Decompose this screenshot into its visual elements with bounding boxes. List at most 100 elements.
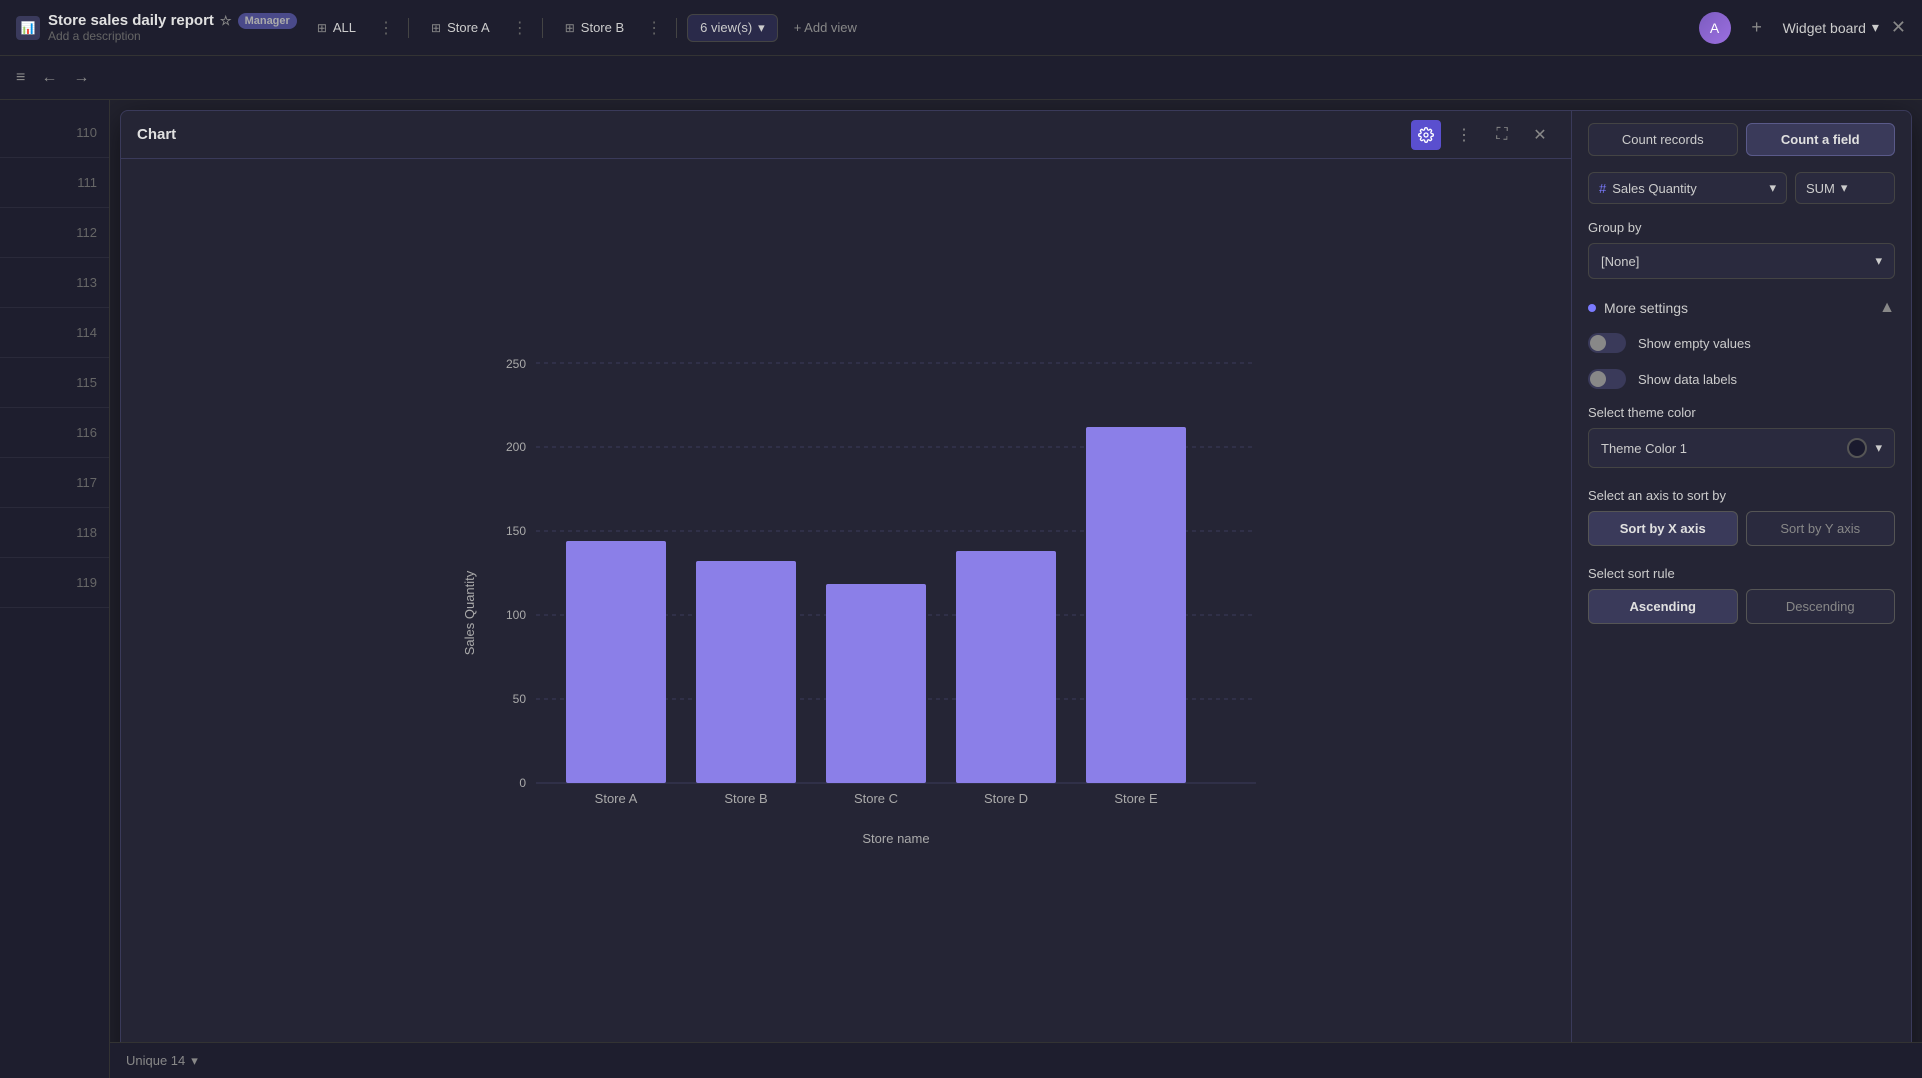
svg-text:Store D: Store D [984, 791, 1028, 806]
tab-store-a-label: Store A [447, 20, 490, 35]
chart-close-button[interactable]: ✕ [1525, 120, 1555, 150]
views-button[interactable]: 6 view(s) ▾ [687, 14, 778, 42]
theme-value: Theme Color 1 [1601, 441, 1687, 456]
svg-text:150: 150 [506, 524, 526, 538]
group-by-dropdown[interactable]: [None] ▾ [1588, 243, 1895, 279]
tab-store-b-icon: ⊞ [565, 21, 575, 35]
theme-chevron: ▾ [1875, 440, 1882, 456]
svg-text:Store B: Store B [724, 791, 767, 806]
more-settings-chevron: ▲ [1879, 299, 1895, 317]
menu-button[interactable]: ≡ [12, 65, 29, 91]
widget-board-button[interactable]: Widget board ▾ [1783, 19, 1879, 36]
bar-store-b[interactable] [696, 561, 796, 783]
chart-modal: Chart ⋮ ⛶ ✕ Sa [120, 110, 1912, 1068]
plus-button[interactable]: + [1743, 14, 1771, 42]
user-initials: A [1710, 20, 1719, 36]
show-labels-row: Show data labels [1572, 361, 1911, 397]
add-view-button[interactable]: + Add view [784, 15, 867, 40]
more-settings-dot [1588, 304, 1596, 312]
bar-store-c[interactable] [826, 584, 926, 783]
tab-store-a[interactable]: ⊞ Store A [419, 15, 502, 40]
content-area: Chart ⋮ ⛶ ✕ Sa [110, 100, 1922, 1078]
field-hash: # [1599, 181, 1606, 196]
tab-store-a-dots[interactable]: ⋮ [508, 18, 532, 38]
theme-row: Theme Color 1 [1601, 441, 1687, 456]
close-top-button[interactable]: ✕ [1891, 17, 1906, 38]
show-labels-toggle[interactable] [1588, 369, 1626, 389]
row-117: 117 [0, 458, 109, 508]
svg-text:Store C: Store C [854, 791, 898, 806]
svg-text:Store name: Store name [862, 831, 929, 846]
svg-text:50: 50 [513, 692, 527, 706]
bar-store-d[interactable] [956, 551, 1056, 783]
chart-expand-button[interactable]: ⛶ [1487, 120, 1517, 150]
tab-all[interactable]: ⊞ ALL [305, 15, 368, 40]
svg-text:Store E: Store E [1114, 791, 1158, 806]
sort-y-axis-button[interactable]: Sort by Y axis [1746, 511, 1896, 546]
chart-settings-button[interactable] [1411, 120, 1441, 150]
axis-sort-label: Select an axis to sort by [1572, 480, 1911, 507]
app-icon: 📊 [16, 16, 40, 40]
views-chevron: ▾ [758, 20, 765, 36]
title-area: Store sales daily report ☆ Manager Add a… [48, 12, 297, 43]
tab-divider-3 [676, 18, 677, 38]
add-view-label: + Add view [794, 20, 857, 35]
chart-header-actions: ⋮ ⛶ ✕ [1411, 120, 1555, 150]
theme-right: ▾ [1847, 438, 1882, 458]
row-119: 119 [0, 558, 109, 608]
manager-badge: Manager [238, 13, 297, 29]
tab-divider-2 [542, 18, 543, 38]
chart-header: Chart ⋮ ⛶ ✕ [121, 111, 1571, 159]
agg-selector[interactable]: SUM ▾ [1795, 172, 1895, 204]
row-110: 110 [0, 108, 109, 158]
count-row: Count records Count a field [1572, 111, 1911, 164]
theme-section-label: Select theme color [1572, 397, 1911, 424]
group-by-chevron: ▾ [1875, 253, 1882, 269]
tab-all-dots[interactable]: ⋮ [374, 18, 398, 38]
row-114: 114 [0, 308, 109, 358]
back-button[interactable]: ← [37, 65, 61, 91]
sort-x-axis-button[interactable]: Sort by X axis [1588, 511, 1738, 546]
descending-label: Descending [1786, 599, 1855, 614]
top-bar: 📊 Store sales daily report ☆ Manager Add… [0, 0, 1922, 56]
unique-chevron: ▾ [191, 1053, 198, 1069]
field-selector[interactable]: # Sales Quantity ▾ [1588, 172, 1787, 204]
theme-dropdown[interactable]: Theme Color 1 ▾ [1588, 428, 1895, 468]
more-settings-text: More settings [1604, 300, 1688, 316]
descending-button[interactable]: Descending [1746, 589, 1896, 624]
main-area: 110 111 112 113 114 115 116 117 118 119 … [0, 100, 1922, 1078]
chart-more-button[interactable]: ⋮ [1449, 120, 1479, 150]
tab-store-b-dots[interactable]: ⋮ [642, 18, 666, 38]
add-description[interactable]: Add a description [48, 29, 297, 43]
sub-bar: ≡ ← → [0, 56, 1922, 100]
top-bar-tabs: ⊞ ALL ⋮ ⊞ Store A ⋮ ⊞ Store B ⋮ 6 view(s… [305, 14, 867, 42]
sort-x-label: Sort by X axis [1620, 521, 1706, 536]
bar-store-e[interactable] [1086, 427, 1186, 783]
ascending-button[interactable]: Ascending [1588, 589, 1738, 624]
chart-container: Chart ⋮ ⛶ ✕ Sa [121, 111, 1571, 1067]
tab-store-b[interactable]: ⊞ Store B [553, 15, 636, 40]
show-empty-toggle[interactable] [1588, 333, 1626, 353]
sort-rule-buttons: Ascending Descending [1588, 589, 1895, 624]
unique-badge[interactable]: Unique 14 ▾ [126, 1053, 198, 1069]
tab-divider-1 [408, 18, 409, 38]
row-115: 115 [0, 358, 109, 408]
more-settings-label: More settings [1588, 300, 1688, 316]
unique-label: Unique 14 [126, 1053, 185, 1068]
agg-label: SUM [1806, 181, 1835, 196]
bar-store-a[interactable] [566, 541, 666, 783]
tab-all-label: ALL [333, 20, 356, 35]
forward-button[interactable]: → [69, 65, 93, 91]
settings-panel: Count records Count a field # Sales Quan… [1571, 111, 1911, 1067]
user-avatar[interactable]: A [1699, 12, 1731, 44]
bottom-bar: Unique 14 ▾ [110, 1042, 1922, 1078]
svg-text:Store A: Store A [595, 791, 638, 806]
group-by-label: Group by [1572, 212, 1911, 239]
more-settings-header[interactable]: More settings ▲ [1572, 291, 1911, 325]
star-icon[interactable]: ☆ [220, 13, 232, 29]
count-records-button[interactable]: Count records [1588, 123, 1738, 156]
svg-text:200: 200 [506, 440, 526, 454]
group-by-value: [None] [1601, 254, 1639, 269]
count-field-button[interactable]: Count a field [1746, 123, 1896, 156]
title-text: Store sales daily report [48, 12, 214, 29]
